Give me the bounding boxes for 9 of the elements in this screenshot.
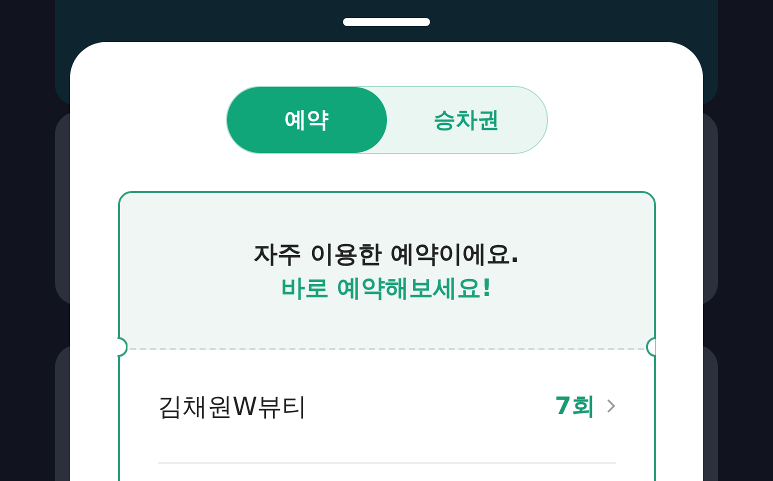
ticket-subtitle: 바로 예약해보세요! (280, 272, 492, 304)
reservation-row[interactable]: 김채원W뷰티 7회 (158, 350, 616, 464)
tab[interactable]: 예약 (226, 87, 386, 154)
tab[interactable]: 승차권 (386, 87, 546, 154)
visit-count: 7회 (554, 391, 596, 422)
drag-handle[interactable] (343, 18, 430, 26)
ticket-title: 자주 이용한 예약이에요. (254, 238, 520, 270)
chevron-right-icon (606, 398, 616, 414)
place-name: 김채원W뷰티 (158, 390, 308, 423)
